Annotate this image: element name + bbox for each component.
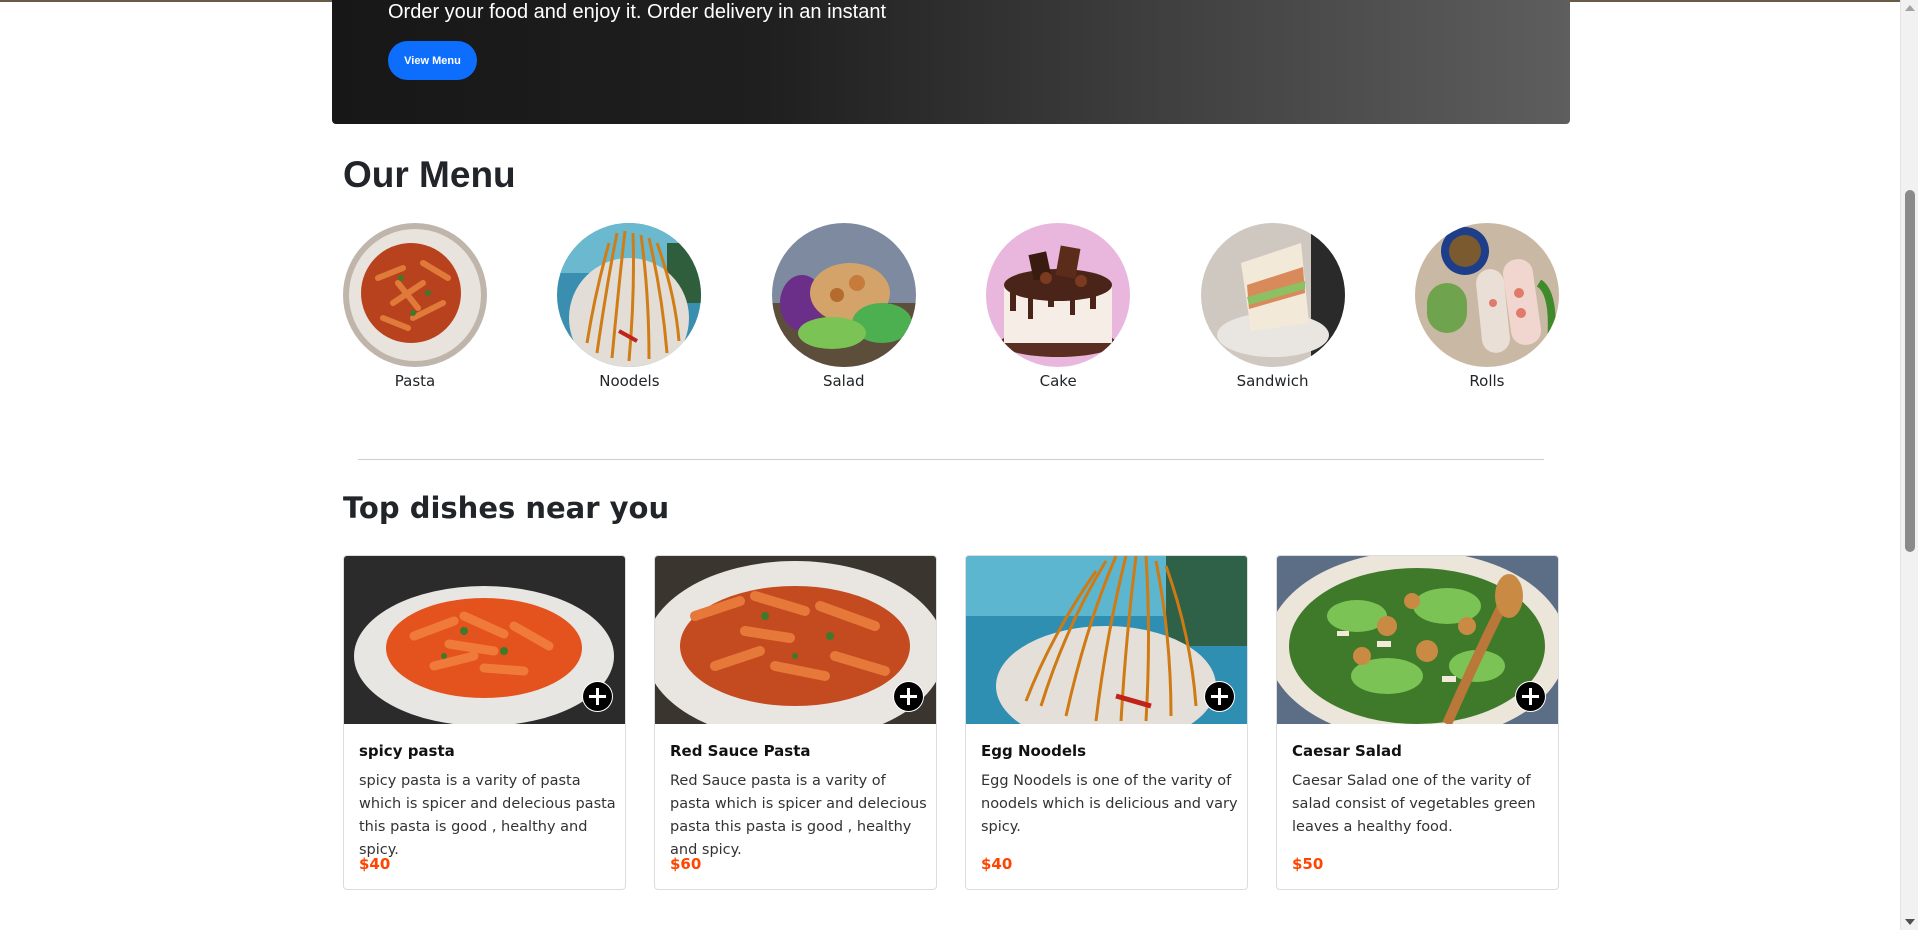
scrollbar-thumb[interactable] <box>1905 190 1915 552</box>
dish-name: Red Sauce Pasta <box>670 742 811 760</box>
add-to-cart-button[interactable] <box>582 681 613 712</box>
dish-description: Egg Noodels is one of the varity of nood… <box>981 773 1238 835</box>
category-label: Cake <box>1039 372 1077 390</box>
caesar-salad-photo <box>1277 556 1558 724</box>
dish-description: Caesar Salad one of the varity of salad … <box>1292 773 1536 835</box>
category-cake[interactable]: Cake <box>986 223 1131 390</box>
noodles-bowl-photo <box>966 556 1247 724</box>
pasta-photo <box>343 223 487 367</box>
dish-cards: spicy pasta spicy pasta is a varity of p… <box>343 555 1559 890</box>
category-rolls[interactable]: Rolls <box>1414 223 1559 390</box>
dish-description: spicy pasta is a varity of pasta which i… <box>359 773 616 858</box>
dish-name: Caesar Salad <box>1292 742 1402 760</box>
dish-name: spicy pasta <box>359 742 455 760</box>
category-label: Noodels <box>599 372 660 390</box>
view-menu-button[interactable]: View Menu <box>388 41 477 80</box>
dish-card[interactable]: Egg Noodels Egg Noodels is one of the va… <box>965 555 1248 890</box>
dish-card[interactable]: spicy pasta spicy pasta is a varity of p… <box>343 555 626 890</box>
scroll-down-icon[interactable] <box>1905 919 1915 925</box>
penne-plate-photo <box>655 556 936 724</box>
menu-categories: Pasta Noodels Salad Cake Sandwich Rolls <box>343 223 1559 390</box>
category-label: Rolls <box>1469 372 1505 390</box>
add-to-cart-button[interactable] <box>893 681 924 712</box>
dish-card[interactable]: Caesar Salad Caesar Salad one of the var… <box>1276 555 1559 890</box>
dish-description: Red Sauce pasta is a varity of pasta whi… <box>670 773 927 858</box>
noodles-photo <box>557 223 702 367</box>
category-label: Pasta <box>394 372 436 390</box>
rolls-photo <box>1414 223 1559 367</box>
category-noodles[interactable]: Noodels <box>557 223 702 390</box>
cake-photo <box>986 223 1131 367</box>
dish-price: $40 <box>359 855 391 873</box>
add-to-cart-button[interactable] <box>1204 681 1235 712</box>
hero-banner: Order your food and enjoy it. Order deli… <box>332 0 1570 124</box>
menu-title: Our Menu <box>343 154 516 195</box>
dish-price: $60 <box>670 855 702 873</box>
top-dishes-title: Top dishes near you <box>343 491 670 525</box>
dish-card[interactable]: Red Sauce Pasta Red Sauce pasta is a var… <box>654 555 937 890</box>
section-divider <box>358 459 1544 460</box>
hero-tagline: Order your food and enjoy it. Order deli… <box>388 1 887 23</box>
add-to-cart-button[interactable] <box>1515 681 1546 712</box>
dish-name: Egg Noodels <box>981 742 1087 760</box>
vertical-scrollbar[interactable] <box>1900 0 1918 930</box>
scroll-up-icon[interactable] <box>1905 5 1915 11</box>
category-pasta[interactable]: Pasta <box>343 223 487 390</box>
category-sandwich[interactable]: Sandwich <box>1200 223 1345 390</box>
salad-photo <box>771 223 916 367</box>
category-label: Sandwich <box>1236 372 1309 390</box>
dish-price: $50 <box>1292 855 1324 873</box>
penne-bowl-photo <box>344 556 625 724</box>
category-label: Salad <box>822 372 865 390</box>
category-salad[interactable]: Salad <box>771 223 916 390</box>
sandwich-photo <box>1200 223 1345 367</box>
dish-price: $40 <box>981 855 1013 873</box>
